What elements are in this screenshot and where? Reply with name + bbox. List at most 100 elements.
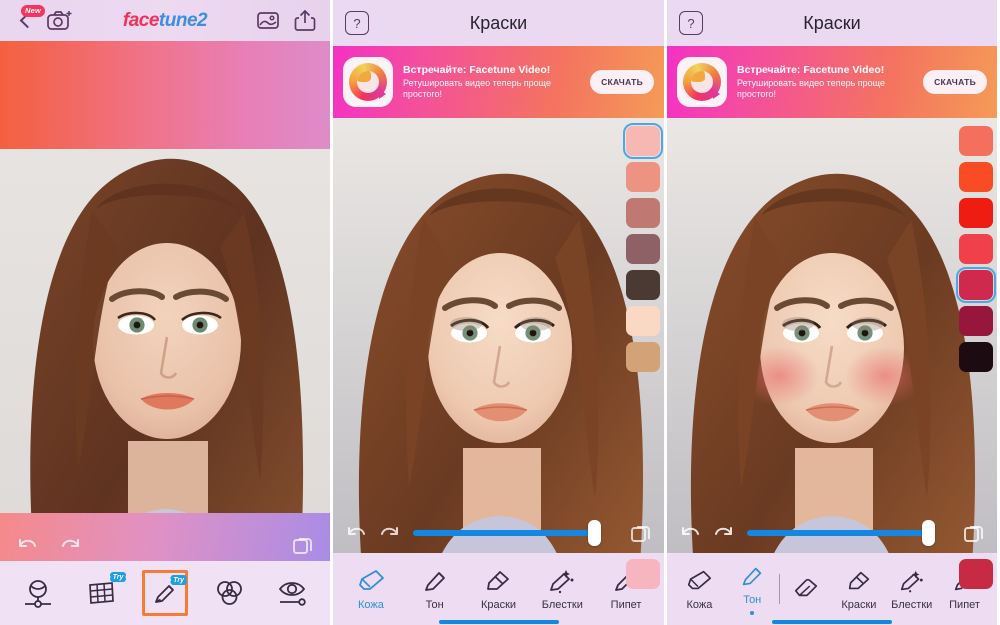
slider-fill [413,530,594,536]
toolbar-item-filters[interactable] [206,570,252,616]
color-swatch[interactable] [956,267,996,303]
paint-tool-label: Блестки [891,598,933,611]
color-swatch[interactable] [626,234,660,264]
paint-tool-ton[interactable]: Тон [726,563,779,615]
tool-header: ? Краски [333,0,664,46]
compare-icon[interactable] [963,522,985,544]
color-swatch-rail[interactable] [956,126,996,372]
home-indicator [438,620,559,624]
paint-tool-kozha[interactable]: Кожа [339,568,403,611]
toolbar-item-smooth[interactable] [15,570,61,616]
color-swatch-rail[interactable] [623,123,663,372]
compare-icon[interactable] [630,522,652,544]
redo-icon[interactable] [713,525,735,542]
help-button[interactable]: ? [345,11,369,35]
intensity-slider-bar [667,513,997,553]
paint-tool-ton[interactable]: Тон [403,568,467,611]
slider-fill [747,530,927,536]
edit-controls-bar [0,529,330,561]
paint-tool-label: Пипет [949,598,980,611]
undo-icon[interactable] [16,537,38,554]
app-header: New facetune2 [0,0,330,41]
color-swatch[interactable] [626,270,660,300]
paint-tool-blestki[interactable]: Блестки [885,568,938,611]
redo-icon[interactable] [60,537,82,554]
paint-tool-label: Тон [425,598,444,611]
back-button[interactable]: New [10,4,46,36]
share-icon[interactable] [294,9,316,32]
logo-tune: tune2 [158,9,208,31]
color-swatch[interactable] [959,306,993,336]
color-swatch[interactable] [959,126,993,156]
promo-download-button[interactable]: СКАЧАТЬ [590,70,654,94]
try-badge: Try [109,572,127,582]
promo-banner[interactable]: Встречайте: Facetune Video! Ретушировать… [333,46,664,118]
custom-color-swatch-wrap[interactable] [959,559,993,589]
custom-color-swatch[interactable] [626,559,660,589]
promo-subtitle: Ретушировать видео теперь проще простого… [403,77,551,100]
toolbar-item-reshape[interactable]: Try [78,570,127,616]
custom-color-swatch-wrap[interactable] [626,559,660,589]
gradient-band-top [0,41,330,149]
camera-icon[interactable] [46,9,74,33]
paint-tool-eraser[interactable] [780,574,833,605]
paint-tool-label: Кожа [357,598,384,611]
paint-tool-label: Тон [743,594,762,606]
paint-tool-label: Пипет [610,598,642,611]
brush-size-slider[interactable] [747,520,951,546]
app-logo: facetune2 [74,10,256,32]
screenshot-strip: New facetune2 Try Try ? Краски Встречайт… [0,0,1000,625]
slider-knob[interactable] [921,520,935,546]
paint-tools-toolbar: Кожа Тон Краски Блестки Пипет [667,553,997,625]
gallery-icon[interactable] [256,10,280,31]
color-swatch[interactable] [626,342,660,372]
toolbar-item-makeup[interactable]: Try [141,570,188,616]
color-swatch[interactable] [959,342,993,372]
page-title: Краски [803,12,861,33]
paint-tool-kozha[interactable]: Кожа [673,568,726,611]
try-badge: Try [170,575,187,585]
tool-header: ? Краски [667,0,997,46]
help-button[interactable]: ? [679,11,703,35]
paint-tool-label: Краски [480,598,517,611]
panel-paint-skin: ? Краски Встречайте: Facetune Video! Рет… [333,0,667,625]
promo-title: Встречайте: Facetune Video! [403,63,551,76]
promo-title: Встречайте: Facetune Video! [737,63,885,76]
paint-tool-kraski[interactable]: Краски [467,568,531,611]
new-badge: New [21,4,46,17]
color-swatch[interactable] [623,123,663,159]
paint-tool-blestki[interactable]: Блестки [530,568,594,611]
main-toolbar: Try Try [0,561,330,625]
facetune-video-app-icon [343,57,393,107]
facetune-video-app-icon [677,57,727,107]
color-swatch[interactable] [959,234,993,264]
toolbar-item-eyes[interactable] [269,570,315,616]
color-swatch[interactable] [626,198,660,228]
color-swatch[interactable] [626,306,660,336]
panel-paint-tone: ? Краски Встречайте: Facetune Video! Рет… [667,0,997,625]
promo-download-button[interactable]: СКАЧАТЬ [923,70,987,94]
promo-subtitle: Ретушировать видео теперь проще простого… [737,77,885,100]
color-swatch[interactable] [959,198,993,228]
undo-icon[interactable] [679,525,701,542]
panel-editor-home: New facetune2 Try Try [0,0,333,625]
logo-face: face [122,9,160,31]
color-swatch[interactable] [626,162,660,192]
page-title: Краски [469,12,528,33]
intensity-slider-bar [333,513,664,553]
paint-tool-label: Блестки [541,598,583,611]
paint-tools-toolbar: Кожа Тон Краски Блестки Пипет [333,553,664,625]
custom-color-swatch[interactable] [959,559,993,589]
compare-icon[interactable] [292,534,314,556]
toolbar-divider [778,574,780,604]
brush-size-slider[interactable] [413,520,618,546]
promo-banner[interactable]: Встречайте: Facetune Video! Ретушировать… [667,46,997,118]
slider-knob[interactable] [588,520,602,546]
paint-tool-kraski[interactable]: Краски [832,568,885,611]
undo-icon[interactable] [345,525,367,542]
paint-tool-label: Краски [841,598,877,611]
paint-tool-label: Кожа [686,598,713,611]
redo-icon[interactable] [379,525,401,542]
color-swatch[interactable] [959,162,993,192]
home-indicator [772,620,892,624]
